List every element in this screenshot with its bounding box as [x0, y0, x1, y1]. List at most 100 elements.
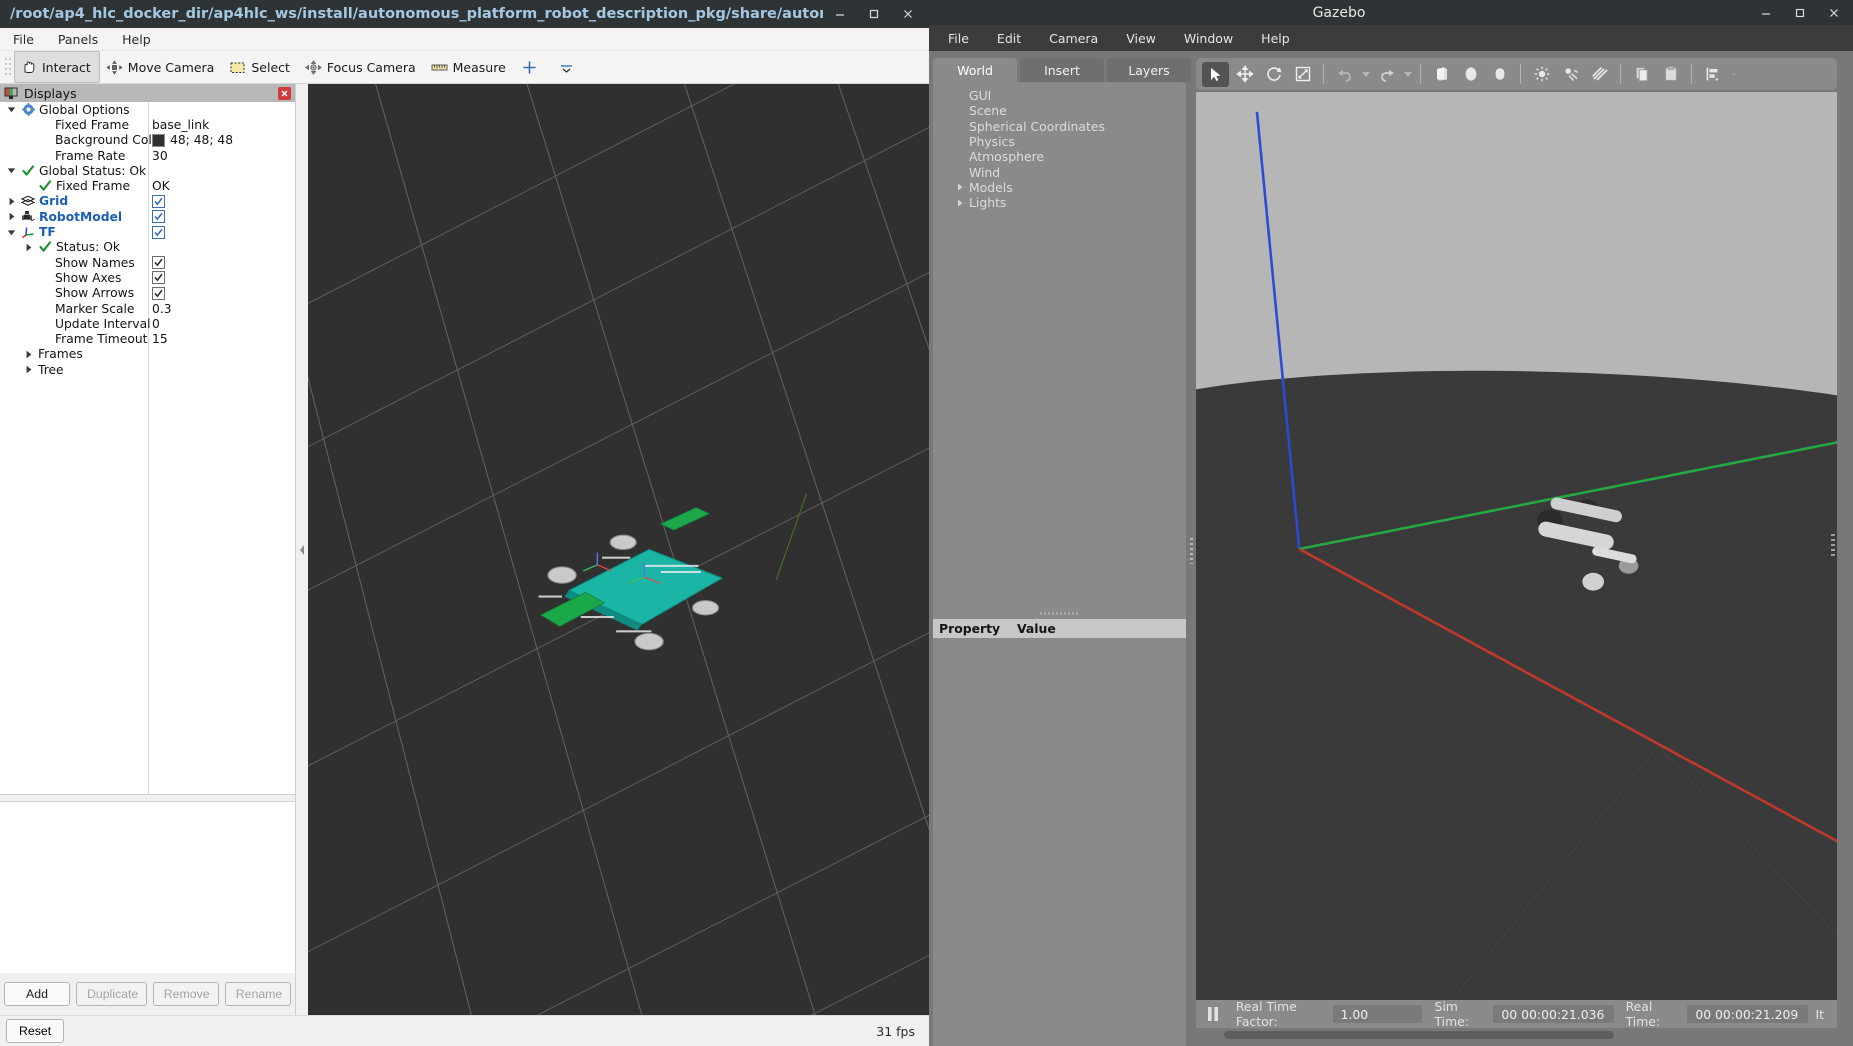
- displays-tree[interactable]: Global Options Fixed Frame base_link Backgr…: [0, 102, 295, 795]
- tool-nav-goal[interactable]: [515, 51, 552, 83]
- visibility-checkbox[interactable]: [152, 271, 165, 285]
- undo-icon[interactable]: [1331, 62, 1358, 87]
- align-icon[interactable]: [1699, 62, 1726, 87]
- gz-menu-view[interactable]: View: [1123, 29, 1159, 48]
- world-tree[interactable]: GUI Scene Spherical Coordinates Physics Atmo…: [933, 82, 1186, 210]
- viewport-resize-grip[interactable]: [1831, 534, 1835, 558]
- display-row-value[interactable]: [152, 286, 165, 301]
- tool-move-camera[interactable]: Move Camera: [100, 51, 224, 83]
- display-row[interactable]: Fixed Frame OK: [0, 178, 295, 193]
- box-icon[interactable]: [1428, 62, 1455, 87]
- gazebo-3d-viewport[interactable]: [1196, 92, 1837, 1000]
- menu-help[interactable]: Help: [119, 30, 154, 49]
- directional-light-icon[interactable]: [1586, 62, 1613, 87]
- chevron-right-icon[interactable]: [23, 364, 34, 375]
- chevron-right-icon[interactable]: [955, 199, 965, 207]
- maximize-icon[interactable]: [857, 1, 891, 27]
- display-row[interactable]: Show Arrows: [0, 286, 295, 301]
- gz-menu-help[interactable]: Help: [1258, 29, 1293, 48]
- spot-light-icon[interactable]: [1557, 62, 1584, 87]
- close-icon[interactable]: [1817, 0, 1851, 26]
- visibility-checkbox[interactable]: [152, 256, 165, 270]
- display-row-value[interactable]: [152, 209, 165, 224]
- tool-focus-camera[interactable]: Focus Camera: [299, 51, 425, 83]
- display-row[interactable]: Grid: [0, 194, 295, 209]
- tool-overflow[interactable]: [552, 51, 589, 83]
- display-row-value[interactable]: [152, 270, 165, 285]
- tool-select[interactable]: Select: [223, 51, 299, 83]
- translate-icon[interactable]: [1231, 62, 1258, 87]
- chevron-down-icon[interactable]: [6, 227, 17, 238]
- gz-menu-edit[interactable]: Edit: [994, 29, 1024, 48]
- display-row-value[interactable]: OK: [152, 178, 170, 193]
- chevron-right-icon[interactable]: [6, 196, 17, 207]
- display-row[interactable]: Background Color 48; 48; 48: [0, 133, 295, 148]
- display-row-value[interactable]: [152, 194, 165, 209]
- display-row[interactable]: Marker Scale 0.3: [0, 301, 295, 316]
- visibility-checkbox[interactable]: [152, 225, 165, 239]
- world-tree-item[interactable]: Wind: [955, 164, 1186, 180]
- display-row[interactable]: Frame Rate 30: [0, 148, 295, 163]
- display-row[interactable]: Global Options: [0, 102, 295, 117]
- display-row-value[interactable]: base_link: [152, 117, 209, 132]
- point-light-icon[interactable]: [1528, 62, 1555, 87]
- property-table-body[interactable]: [933, 637, 1186, 1046]
- display-row-value[interactable]: 30: [152, 148, 168, 163]
- cylinder-icon[interactable]: [1486, 62, 1513, 87]
- maximize-icon[interactable]: [1783, 0, 1817, 26]
- display-row[interactable]: Show Names: [0, 255, 295, 270]
- menu-file[interactable]: File: [10, 30, 37, 49]
- remove-button[interactable]: Remove: [152, 982, 219, 1006]
- world-tree-item[interactable]: Atmosphere: [955, 149, 1186, 164]
- redo-icon[interactable]: [1373, 62, 1400, 87]
- close-icon[interactable]: [891, 1, 925, 27]
- rotate-icon[interactable]: [1260, 62, 1287, 87]
- tool-interact[interactable]: Interact: [14, 51, 100, 83]
- scrollbar-thumb[interactable]: [1224, 1031, 1614, 1039]
- display-row[interactable]: Frame Timeout 15: [0, 331, 295, 346]
- world-tree-item[interactable]: Models: [955, 180, 1186, 195]
- rename-button[interactable]: Rename: [224, 982, 291, 1006]
- display-row[interactable]: TF: [0, 224, 295, 239]
- scale-icon[interactable]: [1289, 62, 1316, 87]
- color-swatch[interactable]: [152, 133, 165, 147]
- gazebo-panel-divider[interactable]: [1186, 55, 1196, 1046]
- display-row[interactable]: RobotModel: [0, 209, 295, 224]
- duplicate-button[interactable]: Duplicate: [76, 982, 147, 1006]
- redo-chevron-icon[interactable]: [1402, 63, 1413, 85]
- world-tree-item[interactable]: Lights: [955, 195, 1186, 210]
- gz-menu-window[interactable]: Window: [1181, 29, 1236, 48]
- chevron-right-icon[interactable]: [955, 183, 965, 191]
- display-row[interactable]: Global Status: Ok: [0, 163, 295, 178]
- display-row-value[interactable]: [152, 255, 165, 270]
- select-arrow-icon[interactable]: [1202, 61, 1229, 87]
- tab-insert[interactable]: Insert: [1020, 58, 1104, 82]
- paste-icon[interactable]: [1657, 62, 1684, 87]
- copy-icon[interactable]: [1628, 62, 1655, 87]
- display-row[interactable]: Status: Ok: [0, 240, 295, 255]
- chevron-right-icon[interactable]: [23, 349, 34, 360]
- gz-menu-file[interactable]: File: [945, 29, 972, 48]
- display-row[interactable]: Fixed Frame base_link: [0, 117, 295, 132]
- display-row[interactable]: Tree: [0, 362, 295, 377]
- tab-world[interactable]: World: [933, 58, 1017, 82]
- world-tree-item[interactable]: Spherical Coordinates: [955, 119, 1186, 134]
- world-tree-item[interactable]: Scene: [955, 103, 1186, 118]
- display-row-value[interactable]: 0.3: [152, 301, 172, 316]
- reset-button[interactable]: Reset: [6, 1019, 65, 1043]
- snap-dot-icon[interactable]: [1728, 63, 1739, 85]
- display-row[interactable]: Show Axes: [0, 270, 295, 285]
- add-button[interactable]: Add: [4, 982, 70, 1006]
- minimize-icon[interactable]: [1749, 0, 1783, 26]
- visibility-checkbox[interactable]: [152, 210, 165, 224]
- gz-menu-camera[interactable]: Camera: [1046, 29, 1101, 48]
- display-row-value[interactable]: [152, 224, 165, 239]
- visibility-checkbox[interactable]: [152, 286, 165, 300]
- panel-resize-handle[interactable]: [1039, 611, 1080, 615]
- left-splitter-handle[interactable]: [296, 84, 308, 1015]
- tab-layers[interactable]: Layers: [1107, 58, 1191, 82]
- close-icon[interactable]: [278, 86, 291, 100]
- chevron-right-icon[interactable]: [6, 211, 17, 222]
- gazebo-horizontal-scroll[interactable]: [1196, 1028, 1837, 1042]
- undo-chevron-icon[interactable]: [1360, 63, 1371, 85]
